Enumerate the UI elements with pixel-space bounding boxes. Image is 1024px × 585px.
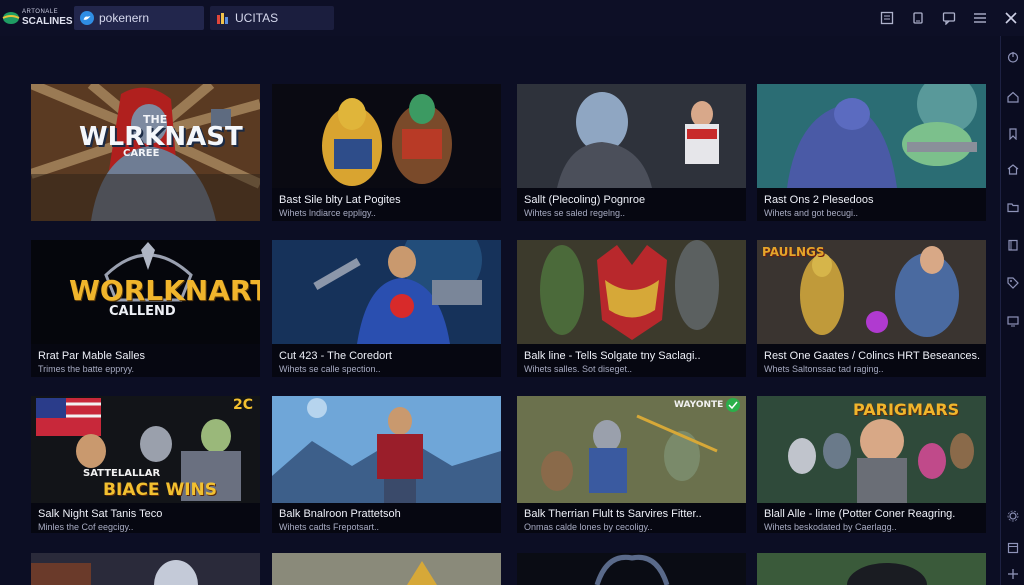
game-card[interactable]: Balk Bnalroon Prattetsoh Wihets cadts Fr… — [272, 396, 501, 533]
game-card[interactable]: THE WLRKNAST CAREE — [31, 84, 260, 221]
card-thumbnail — [517, 240, 746, 344]
game-card[interactable]: Bast Sile blty Lat Pogites Wihets lndiar… — [272, 84, 501, 221]
card-thumbnail: PAULNGS — [757, 240, 986, 344]
window-icon[interactable] — [1007, 542, 1019, 554]
card-title: Blall Alle - lime (Potter Coner Reagring… — [764, 508, 956, 520]
folder-icon[interactable] — [1007, 201, 1019, 213]
app-icon — [217, 13, 228, 24]
reader-icon[interactable] — [880, 11, 894, 25]
art-text: PAULNGS — [762, 245, 825, 259]
card-thumbnail — [272, 396, 501, 503]
art-text: CAREE — [123, 148, 160, 159]
game-card[interactable] — [757, 553, 986, 585]
tab-pokenern[interactable]: pokenern — [74, 6, 204, 30]
card-thumbnail — [272, 240, 501, 344]
tab-label: UCITAS — [235, 11, 279, 25]
share-icon[interactable] — [911, 11, 925, 25]
game-card[interactable]: WAYONTE Balk Therrian Flult ts Sarvires … — [517, 396, 746, 533]
card-title: Rest One Gaates / Colincs HRT Beseances. — [764, 350, 981, 362]
game-card[interactable]: WORLKNART CALLEND Rrat Par Mable Salles … — [31, 240, 260, 377]
art-text: WAYONTE — [674, 400, 724, 410]
book-icon[interactable] — [1007, 239, 1019, 251]
bird-icon — [80, 11, 94, 25]
game-card[interactable] — [517, 553, 746, 585]
card-subtitle: Onmas calde lones by cecoligy.. — [524, 522, 653, 532]
card-thumbnail: PARIGMARS — [757, 396, 986, 503]
game-card[interactable]: 2C SATTELALLAR BIACE WINS Salk Night Sat… — [31, 396, 260, 533]
card-subtitle: Wihets beskodated by Caerlagg.. — [764, 522, 897, 532]
card-title: Bast Sile blty Lat Pogites — [279, 194, 401, 206]
game-card[interactable]: PAULNGS Rest One Gaates / Colincs HRT Be… — [757, 240, 986, 377]
card-thumbnail — [757, 553, 986, 585]
logo-icon — [2, 12, 20, 24]
card-subtitle: Minles the Cof eegcigy.. — [38, 522, 134, 532]
art-text: WLRKNAST — [79, 122, 243, 152]
card-thumbnail — [272, 84, 501, 188]
card-subtitle: Wihets cadts Frepotsart.. — [279, 522, 380, 532]
card-title: Balk Therrian Flult ts Sarvires Fitter.. — [524, 508, 702, 520]
card-title: Sallt (Plecoling) Pognroe — [524, 194, 646, 206]
card-subtitle: Whets Saltonssac tad raging.. — [764, 364, 884, 374]
chat-icon[interactable] — [942, 11, 956, 25]
add-icon[interactable] — [1007, 568, 1019, 580]
card-subtitle: Wihets and got becugi.. — [764, 208, 859, 218]
tab-ucitas[interactable]: UCITAS — [210, 6, 334, 30]
art-text: WORLKNART — [69, 274, 260, 307]
game-card[interactable]: PARIGMARS Blall Alle - lime (Potter Cone… — [757, 396, 986, 533]
card-thumbnail: WAYONTE — [517, 396, 746, 503]
card-title: Cut 423 - The Coredort — [279, 350, 392, 362]
settings-icon[interactable] — [1007, 510, 1019, 522]
card-thumbnail — [272, 553, 501, 585]
art-text: CALLEND — [109, 304, 176, 319]
close-icon[interactable] — [1004, 11, 1018, 25]
card-title: Rast Ons 2 Plesedoos — [764, 194, 874, 206]
tag-icon[interactable] — [1007, 277, 1019, 289]
card-thumbnail — [517, 553, 746, 585]
game-card[interactable] — [31, 553, 260, 585]
menu-icon[interactable] — [973, 11, 987, 25]
top-bar: ARTONALE SCALINES pokenern UCITAS — [0, 0, 1024, 36]
screen-icon[interactable] — [1007, 315, 1019, 327]
game-card[interactable]: Sallt (Plecoling) Pognroe Wihtes se sale… — [517, 84, 746, 221]
card-subtitle: Wihets lndiarce eppligy.. — [279, 208, 376, 218]
game-card[interactable] — [272, 553, 501, 585]
card-thumbnail: 2C SATTELALLAR BIACE WINS — [31, 396, 260, 503]
card-title: Rrat Par Mable Salles — [38, 350, 145, 362]
card-title: Salk Night Sat Tanis Teco — [38, 508, 163, 520]
card-thumbnail: WORLKNART CALLEND — [31, 240, 260, 344]
card-title: Balk Bnalroon Prattetsoh — [279, 508, 401, 520]
card-thumbnail — [757, 84, 986, 188]
right-sidebar — [1000, 36, 1024, 585]
card-title: Balk line - Tells Solgate tny Saclagi.. — [524, 350, 701, 362]
art-text: SATTELALLAR — [83, 468, 161, 479]
tab-label: pokenern — [99, 11, 150, 25]
card-thumbnail — [517, 84, 746, 188]
card-subtitle: Trimes the batte eppryy. — [38, 364, 135, 374]
art-text: 2C — [233, 397, 254, 413]
power-icon[interactable] — [1007, 51, 1019, 63]
game-card[interactable]: Balk line - Tells Solgate tny Saclagi.. … — [517, 240, 746, 377]
card-thumbnail — [31, 553, 260, 585]
game-card[interactable]: Rast Ons 2 Plesedoos Wihets and got becu… — [757, 84, 986, 221]
card-subtitle: Wihtes se saled regelng.. — [524, 208, 626, 218]
art-text: BIACE WINS — [103, 480, 217, 500]
app-logo[interactable]: ARTONALE SCALINES — [2, 6, 73, 30]
card-subtitle: Wihets salles. Sot diseget.. — [524, 364, 633, 374]
card-thumbnail: THE WLRKNAST CAREE — [31, 84, 260, 221]
bookmark-icon[interactable] — [1007, 128, 1019, 140]
card-subtitle: Wihets se calle spection.. — [279, 364, 381, 374]
game-card[interactable]: Cut 423 - The Coredort Wihets se calle s… — [272, 240, 501, 377]
logo-line2: SCALINES — [22, 16, 73, 27]
house-icon[interactable] — [1007, 163, 1019, 175]
home-icon[interactable] — [1007, 91, 1019, 103]
art-text: PARIGMARS — [853, 400, 960, 419]
logo-line1: ARTONALE — [22, 9, 59, 15]
